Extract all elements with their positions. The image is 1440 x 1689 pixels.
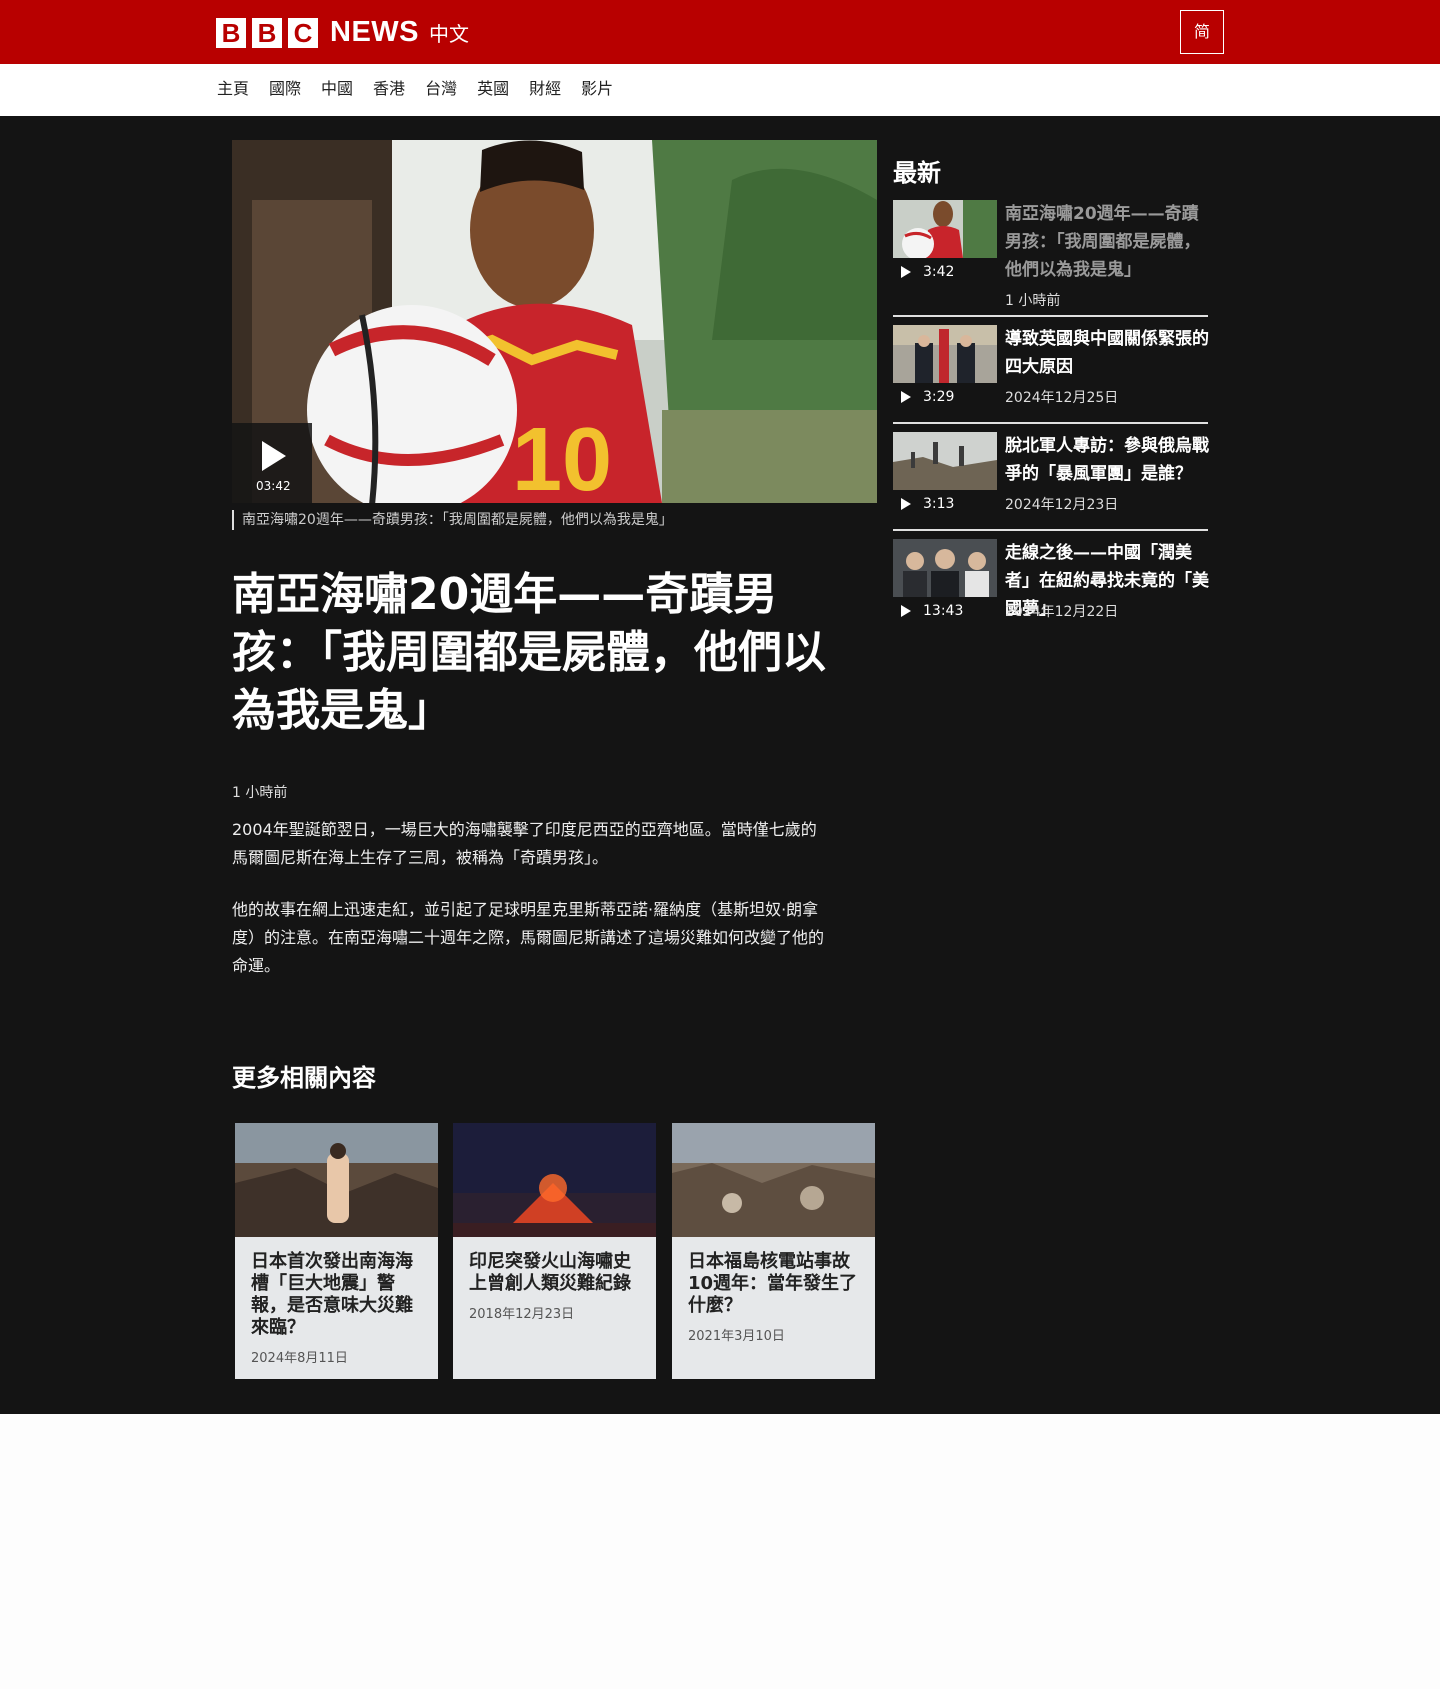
- related-card-title: 日本首次發出南海海槽「巨大地震」警報，是否意味大災難來臨？: [251, 1251, 413, 1338]
- video-caption: 南亞海嘯20週年——奇蹟男孩：「我周圍都是屍體，他們以為我是鬼」: [232, 510, 673, 530]
- latest-item-duration: 13:43: [923, 603, 964, 619]
- related-card[interactable]: 印尼突發火山海嘯史上曾創人類災難紀錄 2018年12月23日: [453, 1123, 656, 1379]
- latest-item-duration: 3:29: [923, 389, 955, 405]
- related-card-date: 2024年8月11日: [251, 1351, 348, 1366]
- nav-item-uk[interactable]: 英國: [477, 77, 509, 101]
- latest-item-thumbnail: [893, 200, 997, 258]
- latest-item-thumbnail: [893, 325, 997, 383]
- bbc-news-logo[interactable]: B B C NEWS 中文: [216, 16, 469, 49]
- main-navigation: 主頁 國際 中國 香港 台灣 英國 財經 影片: [0, 64, 1440, 116]
- logo-chinese-text: 中文: [429, 22, 469, 46]
- play-icon: [901, 266, 911, 278]
- logo-letter-c: C: [288, 17, 318, 48]
- latest-item-thumbnail: [893, 432, 997, 490]
- logo-letter-b1: B: [216, 17, 246, 48]
- related-card-date: 2018年12月23日: [469, 1307, 575, 1322]
- main-video-player[interactable]: 10 03:42: [232, 140, 877, 503]
- play-icon: [901, 391, 911, 403]
- latest-item-date: 2024年12月22日: [1005, 604, 1119, 620]
- logo-letter-b2: B: [252, 17, 282, 48]
- svg-text:10: 10: [512, 410, 612, 503]
- latest-item-date: 2024年12月23日: [1005, 497, 1119, 513]
- article-paragraph: 2004年聖誕節翌日，一場巨大的海嘯襲擊了印度尼西亞的亞齊地區。當時僅七歲的馬爾…: [232, 820, 817, 867]
- article-paragraph: 他的故事在網上迅速走紅，並引起了足球明星克里斯蒂亞諾·羅納度（基斯坦奴·朗拿度）…: [232, 900, 825, 975]
- related-card[interactable]: 日本福島核電站事故10週年：當年發生了什麼？ 2021年3月10日: [672, 1123, 875, 1379]
- related-card-image: [235, 1123, 438, 1237]
- simplified-chinese-toggle-button[interactable]: 简: [1180, 10, 1224, 54]
- related-card-image: [672, 1123, 875, 1237]
- article-timestamp: 1 小時前: [232, 785, 288, 801]
- nav-item-world[interactable]: 國際: [269, 77, 301, 101]
- play-icon: [901, 605, 911, 617]
- related-card-image: [453, 1123, 656, 1237]
- play-button[interactable]: 03:42: [232, 423, 312, 503]
- divider: [893, 529, 1208, 531]
- play-icon: [901, 498, 911, 510]
- latest-item-date: 2024年12月25日: [1005, 390, 1119, 406]
- logo-news-text: NEWS: [330, 16, 419, 48]
- latest-item-duration: 3:42: [923, 264, 955, 280]
- latest-item-duration: 3:13: [923, 496, 955, 512]
- related-card-title: 印尼突發火山海嘯史上曾創人類災難紀錄: [469, 1251, 631, 1294]
- related-card-date: 2021年3月10日: [688, 1329, 785, 1344]
- divider: [893, 422, 1208, 424]
- nav-item-hongkong[interactable]: 香港: [373, 77, 405, 101]
- article-headline: 南亞海嘯20週年——奇蹟男孩：「我周圍都是屍體，他們以為我是鬼」: [232, 569, 826, 736]
- latest-item-thumbnail: [893, 539, 997, 597]
- nav-item-home[interactable]: 主頁: [217, 77, 249, 101]
- related-card-title: 日本福島核電站事故10週年：當年發生了什麼？: [688, 1251, 858, 1316]
- nav-item-taiwan[interactable]: 台灣: [425, 77, 457, 101]
- divider: [893, 315, 1208, 317]
- video-poster-image: 10: [232, 140, 877, 503]
- nav-item-video[interactable]: 影片: [581, 77, 613, 101]
- latest-item-date: 1 小時前: [1005, 293, 1061, 309]
- latest-item-title: 脫北軍人專訪：參與俄烏戰爭的「暴風軍團」是誰？: [1005, 436, 1209, 484]
- top-header: B B C NEWS 中文 简: [0, 0, 1440, 64]
- nav-item-business[interactable]: 財經: [529, 77, 561, 101]
- related-content-title: 更多相關內容: [232, 1064, 376, 1092]
- video-duration: 03:42: [256, 479, 291, 493]
- latest-item-title: 南亞海嘯20週年——奇蹟男孩：「我周圍都是屍體，他們以為我是鬼」: [1005, 204, 1201, 280]
- play-icon: [262, 441, 286, 471]
- latest-item-title: 導致英國與中國關係緊張的四大原因: [1005, 329, 1209, 377]
- related-card[interactable]: 日本首次發出南海海槽「巨大地震」警報，是否意味大災難來臨？ 2024年8月11日: [235, 1123, 438, 1379]
- latest-section-title: 最新: [893, 159, 941, 187]
- nav-item-china[interactable]: 中國: [321, 77, 353, 101]
